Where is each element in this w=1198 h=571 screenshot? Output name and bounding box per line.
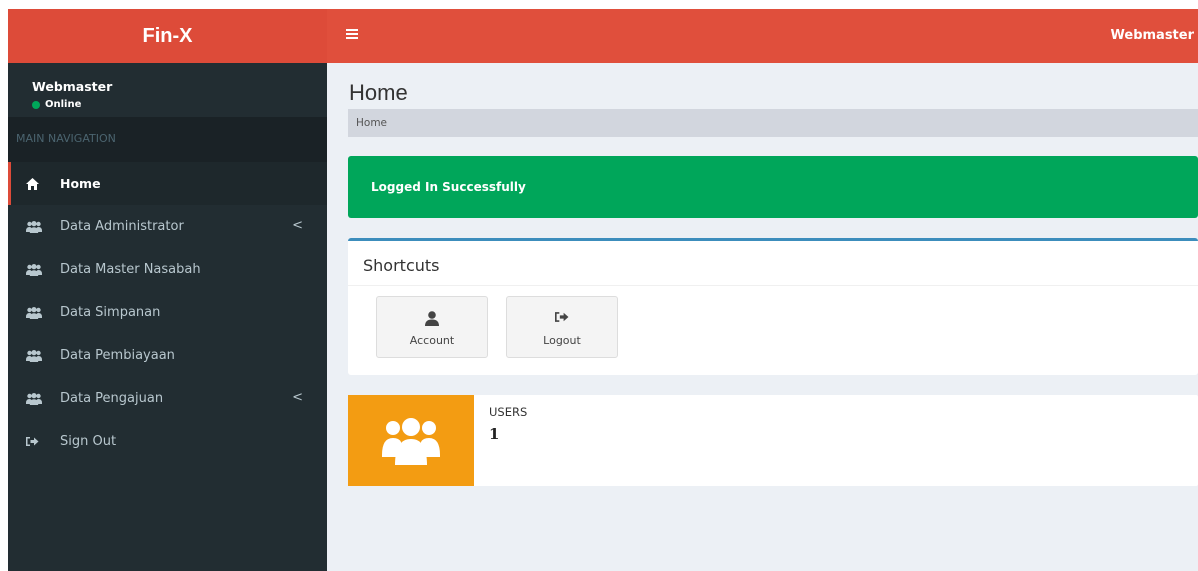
breadcrumb: Home <box>348 109 1198 137</box>
users-label: USERS <box>489 405 528 419</box>
shortcuts-title: Shortcuts <box>363 256 440 275</box>
sidebar-user-name: Webmaster <box>32 79 113 94</box>
nav-header: MAIN NAVIGATION <box>8 117 327 162</box>
sidebar-item-sign-out[interactable]: Sign Out <box>8 420 327 463</box>
user-status-label: Online <box>45 99 82 110</box>
user-status: Online <box>32 99 327 110</box>
breadcrumb-item-home[interactable]: Home <box>356 117 387 129</box>
users-info-box: USERS 1 <box>348 395 1198 486</box>
box-divider <box>348 285 1198 286</box>
account-button[interactable]: Account <box>376 296 488 358</box>
online-status-icon <box>32 100 40 109</box>
users-icon <box>26 306 48 319</box>
sidebar-item-label: Data Administrator <box>60 219 184 234</box>
page-title: Home <box>349 80 408 105</box>
brand-logo[interactable]: Fin-X <box>8 9 327 63</box>
logout-button-label: Logout <box>543 334 581 347</box>
sidebar-item-label: Home <box>60 176 101 191</box>
sidebar-item-data-administrator[interactable]: Data Administrator < <box>8 205 327 248</box>
main-content: Home Home Logged In Successfully Shortcu… <box>327 63 1198 571</box>
sidebar-item-label: Data Simpanan <box>60 305 161 320</box>
sidebar-item-label: Data Pengajuan <box>60 391 164 406</box>
sidebar-item-label: Data Master Nasabah <box>60 262 201 277</box>
sidebar: Webmaster Online MAIN NAVIGATION Home Da… <box>8 63 327 571</box>
hamburger-menu-icon[interactable] <box>346 29 358 39</box>
users-icon <box>26 392 48 405</box>
users-count: 1 <box>489 425 500 443</box>
app-window: Fin-X Webmaster Webmaster Online MAIN NA… <box>8 9 1198 571</box>
user-panel: Webmaster Online <box>8 63 327 117</box>
users-icon <box>26 349 48 362</box>
header-user-menu[interactable]: Webmaster <box>1111 28 1195 43</box>
users-icon <box>26 220 48 233</box>
user-icon <box>377 311 487 327</box>
shortcuts-box: Shortcuts Account Logout <box>348 238 1198 375</box>
success-alert: Logged In Successfully <box>348 156 1198 218</box>
sidebar-item-home[interactable]: Home <box>8 162 327 205</box>
users-icon <box>348 395 474 486</box>
sidebar-item-data-pengajuan[interactable]: Data Pengajuan < <box>8 377 327 420</box>
sidebar-item-label: Sign Out <box>60 434 117 449</box>
home-icon <box>26 177 48 190</box>
chevron-left-icon: < <box>292 218 303 233</box>
users-icon <box>26 263 48 276</box>
sidebar-item-data-pembiayaan[interactable]: Data Pembiayaan <box>8 334 327 377</box>
chevron-left-icon: < <box>292 390 303 405</box>
sidebar-item-label: Data Pembiayaan <box>60 348 175 363</box>
sign-out-icon <box>507 311 617 327</box>
sidebar-item-data-simpanan[interactable]: Data Simpanan <box>8 291 327 334</box>
sign-out-icon <box>26 436 48 447</box>
top-navbar: Webmaster <box>327 9 1198 63</box>
logout-button[interactable]: Logout <box>506 296 618 358</box>
sidebar-item-data-master-nasabah[interactable]: Data Master Nasabah <box>8 248 327 291</box>
account-button-label: Account <box>409 334 455 347</box>
